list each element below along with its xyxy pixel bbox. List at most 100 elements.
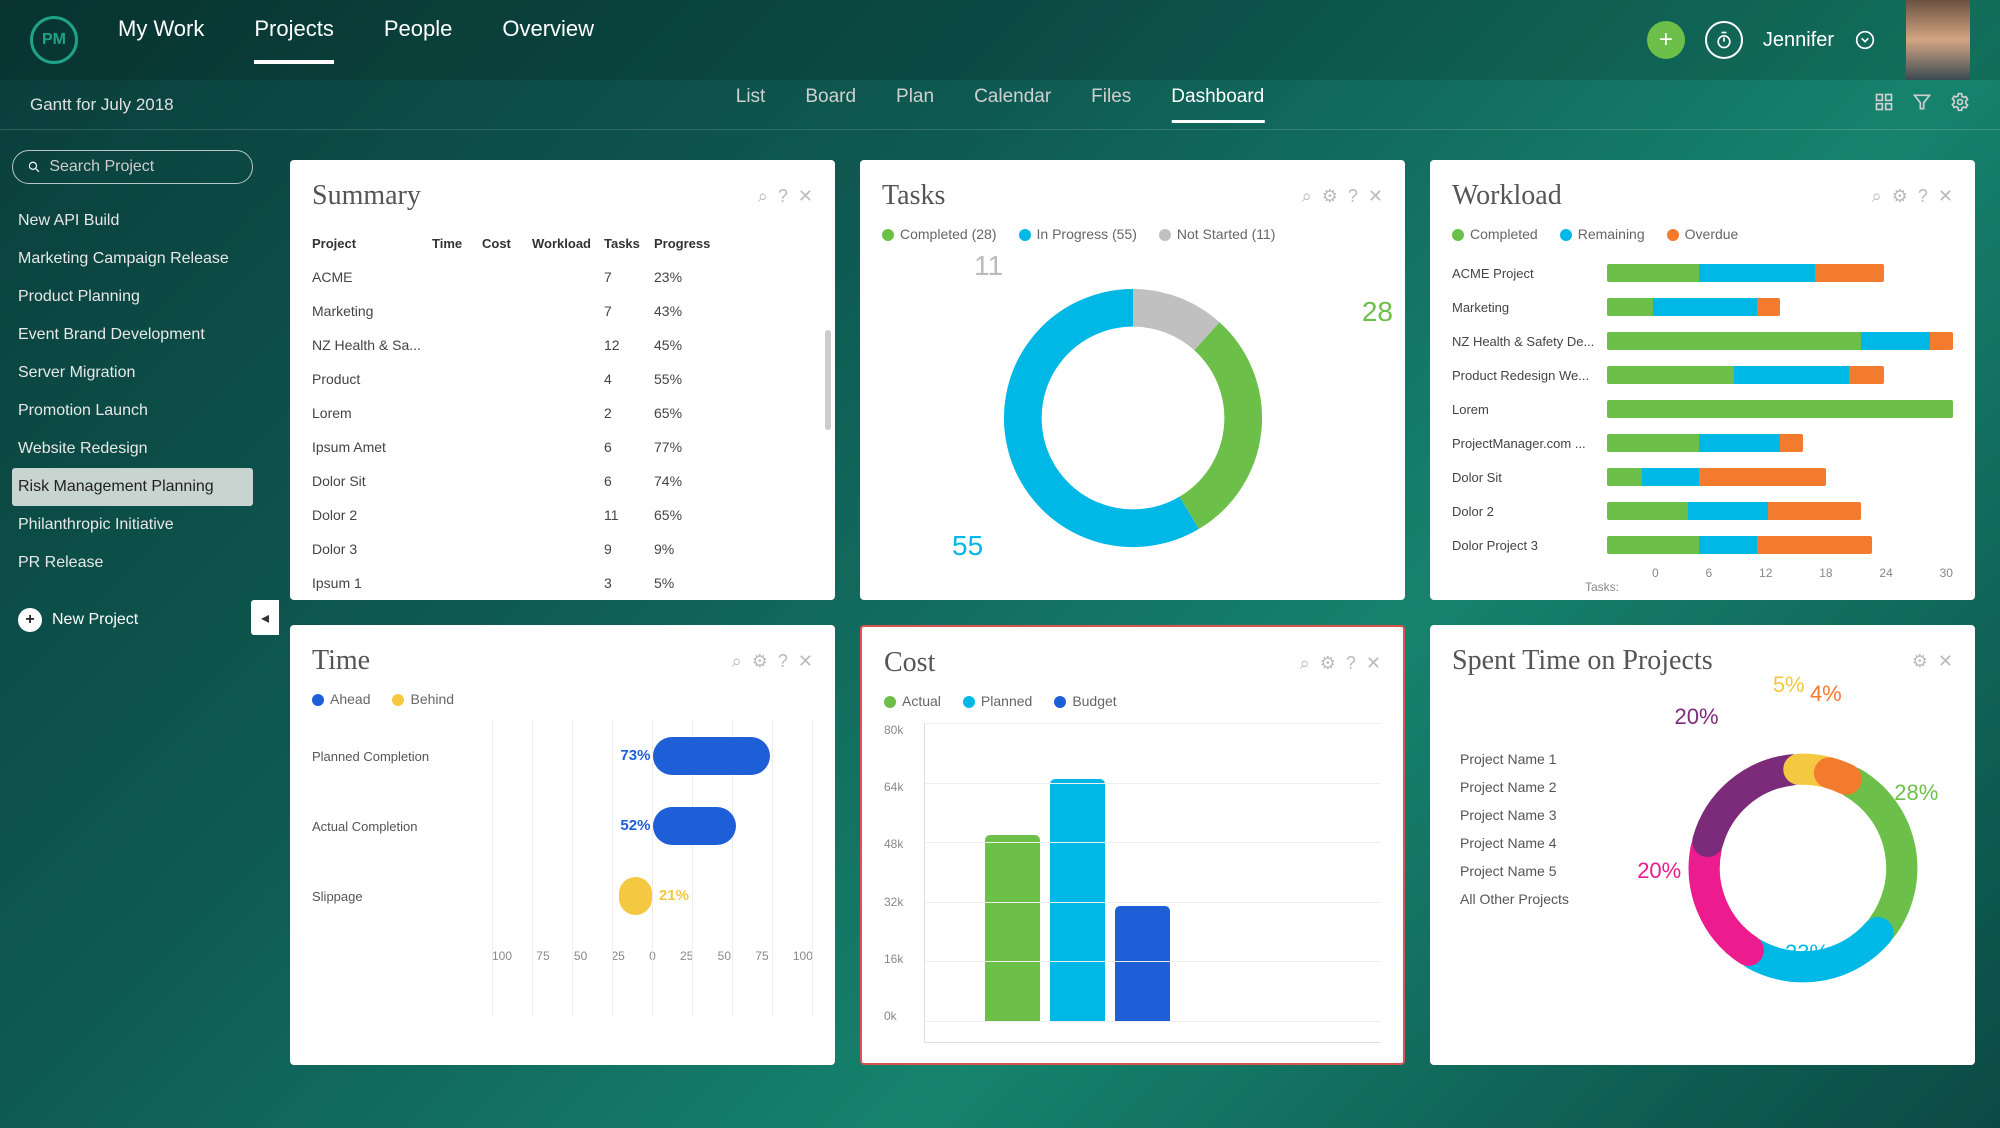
legend-item: Planned — [963, 693, 1032, 709]
card-title: Summary — [312, 180, 421, 212]
tasks-card: Tasks ⌕ ⚙ ? ✕ Completed (28)In Progress … — [860, 160, 1405, 600]
card-title: Tasks — [882, 180, 945, 212]
search-icon[interactable]: ⌕ — [1302, 186, 1312, 207]
avatar[interactable] — [1906, 0, 1970, 80]
search-icon[interactable]: ⌕ — [1300, 653, 1310, 674]
col-header: Cost — [482, 236, 532, 251]
workload-row[interactable]: Lorem — [1452, 392, 1953, 426]
workload-row[interactable]: ACME Project — [1452, 256, 1953, 290]
collapse-sidebar-handle[interactable]: ◂ — [251, 600, 279, 635]
tab-calendar[interactable]: Calendar — [974, 86, 1051, 123]
tab-files[interactable]: Files — [1091, 86, 1131, 123]
summary-row[interactable]: Dolor 399% — [312, 532, 813, 566]
cost-legend: ActualPlannedBudget — [884, 693, 1381, 709]
sidebar-project-item[interactable]: Marketing Campaign Release — [12, 240, 253, 278]
legend-item: Completed (28) — [882, 226, 997, 242]
gear-icon[interactable]: ⚙ — [1320, 653, 1336, 674]
filter-icon[interactable] — [1912, 92, 1932, 118]
help-icon[interactable]: ? — [1346, 653, 1356, 674]
tab-dashboard[interactable]: Dashboard — [1171, 86, 1264, 123]
grid-view-icon[interactable] — [1874, 92, 1894, 118]
close-icon[interactable]: ✕ — [798, 651, 813, 672]
add-button[interactable]: + — [1647, 21, 1685, 59]
summary-row[interactable]: Dolor Sit674% — [312, 464, 813, 498]
close-icon[interactable]: ✕ — [1938, 651, 1953, 672]
tab-list[interactable]: List — [736, 86, 766, 123]
legend-item: Actual — [884, 693, 941, 709]
workload-card: Workload ⌕ ⚙ ? ✕ CompletedRemainingOverd… — [1430, 160, 1975, 600]
gear-icon[interactable]: ⚙ — [1912, 651, 1928, 672]
sidebar-project-item[interactable]: Risk Management Planning — [12, 468, 253, 506]
tasks-value-inprogress: 55 — [952, 530, 983, 562]
gear-icon[interactable]: ⚙ — [752, 651, 768, 672]
spent-slice-label: 20% — [1675, 704, 1719, 730]
legend-item: Overdue — [1667, 226, 1739, 242]
tab-board[interactable]: Board — [805, 86, 856, 123]
summary-row[interactable]: Marketing743% — [312, 294, 813, 328]
legend-item: Remaining — [1560, 226, 1645, 242]
nav-projects[interactable]: Projects — [254, 16, 333, 64]
time-card: Time ⌕ ⚙ ? ✕ AheadBehind Planned Complet… — [290, 625, 835, 1065]
tasks-legend: Completed (28)In Progress (55)Not Starte… — [882, 226, 1383, 242]
sidebar-project-item[interactable]: New API Build — [12, 202, 253, 240]
settings-icon[interactable] — [1950, 92, 1970, 118]
sidebar-project-item[interactable]: Event Brand Development — [12, 316, 253, 354]
legend-item: Project Name 3 — [1452, 807, 1652, 823]
sidebar-project-item[interactable]: Philanthropic Initiative — [12, 506, 253, 544]
summary-row[interactable]: Ipsum Amet677% — [312, 430, 813, 464]
close-icon[interactable]: ✕ — [1938, 186, 1953, 207]
sidebar-project-item[interactable]: Server Migration — [12, 354, 253, 392]
close-icon[interactable]: ✕ — [798, 186, 813, 207]
app-logo[interactable]: PM — [30, 16, 78, 64]
search-icon[interactable]: ⌕ — [758, 186, 768, 207]
sidebar-project-item[interactable]: PR Release — [12, 544, 253, 582]
help-icon[interactable]: ? — [778, 186, 788, 207]
nav-my-work[interactable]: My Work — [118, 16, 204, 64]
sidebar-project-item[interactable]: Website Redesign — [12, 430, 253, 468]
legend-item: Completed — [1452, 226, 1538, 242]
scrollbar[interactable] — [825, 330, 831, 430]
search-box[interactable] — [12, 150, 253, 184]
summary-row[interactable]: Lorem265% — [312, 396, 813, 430]
workload-row[interactable]: Dolor 2 — [1452, 494, 1953, 528]
sidebar-project-item[interactable]: Promotion Launch — [12, 392, 253, 430]
summary-card: Summary ⌕ ? ✕ ProjectTimeCostWorkloadTas… — [290, 160, 835, 600]
nav-people[interactable]: People — [384, 16, 453, 64]
workload-row[interactable]: Product Redesign We... — [1452, 358, 1953, 392]
spent-slice-label: 4% — [1810, 681, 1842, 707]
summary-row[interactable]: ACME723% — [312, 260, 813, 294]
summary-row[interactable]: NZ Health & Sa...1245% — [312, 328, 813, 362]
help-icon[interactable]: ? — [1918, 186, 1928, 207]
close-icon[interactable]: ✕ — [1366, 653, 1381, 674]
workload-row[interactable]: Dolor Project 3 — [1452, 528, 1953, 560]
search-input[interactable] — [49, 158, 238, 176]
workload-row[interactable]: NZ Health & Safety De... — [1452, 324, 1953, 358]
help-icon[interactable]: ? — [778, 651, 788, 672]
search-icon[interactable]: ⌕ — [732, 651, 742, 672]
chevron-down-icon[interactable] — [1854, 30, 1876, 50]
spent-legend: Project Name 1Project Name 2Project Name… — [1452, 691, 1652, 1045]
card-title: Spent Time on Projects — [1452, 645, 1713, 677]
summary-row[interactable]: Product455% — [312, 362, 813, 396]
workload-row[interactable]: Marketing — [1452, 290, 1953, 324]
search-icon[interactable]: ⌕ — [1872, 186, 1882, 207]
gear-icon[interactable]: ⚙ — [1322, 186, 1338, 207]
sidebar-project-item[interactable]: Product Planning — [12, 278, 253, 316]
sidebar: New API BuildMarketing Campaign ReleaseP… — [0, 130, 265, 1128]
tab-plan[interactable]: Plan — [896, 86, 934, 123]
summary-row[interactable]: Ipsum 135% — [312, 566, 813, 600]
timer-button[interactable] — [1705, 21, 1743, 59]
new-project-label: New Project — [52, 611, 138, 629]
workload-row[interactable]: ProjectManager.com ... — [1452, 426, 1953, 460]
stopwatch-icon — [1714, 30, 1734, 50]
nav-overview[interactable]: Overview — [502, 16, 594, 64]
legend-item: Ahead — [312, 691, 370, 707]
gear-icon[interactable]: ⚙ — [1892, 186, 1908, 207]
summary-row[interactable]: Dolor 21165% — [312, 498, 813, 532]
workload-row[interactable]: Dolor Sit — [1452, 460, 1953, 494]
plus-icon: + — [18, 608, 42, 632]
help-icon[interactable]: ? — [1348, 186, 1358, 207]
close-icon[interactable]: ✕ — [1368, 186, 1383, 207]
new-project-button[interactable]: + New Project — [12, 600, 253, 640]
user-name[interactable]: Jennifer — [1763, 29, 1834, 52]
